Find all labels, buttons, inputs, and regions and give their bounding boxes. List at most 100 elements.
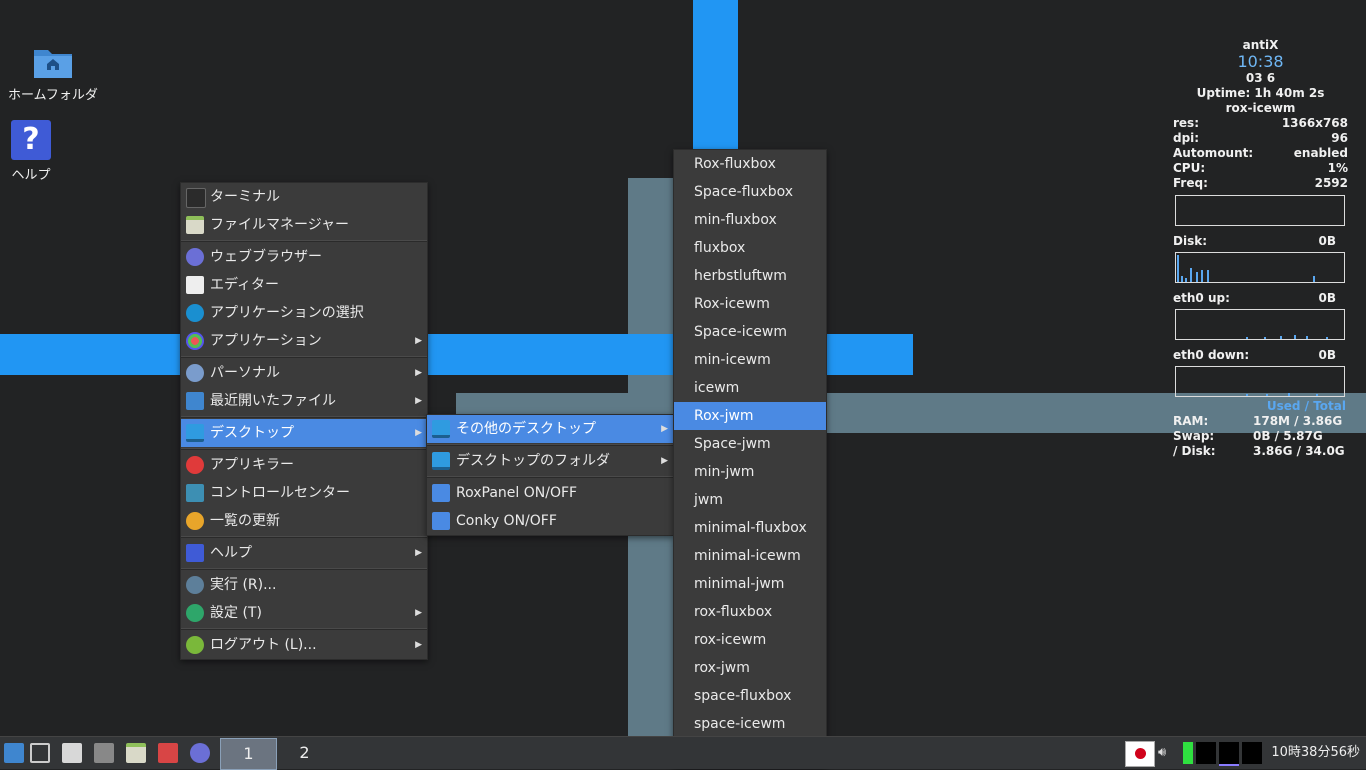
folder-red-icon[interactable] <box>158 743 178 763</box>
cpu-meter-icon <box>1196 742 1216 764</box>
menu-item-file-manager[interactable]: ファイルマネージャー <box>181 211 427 239</box>
menu-item-conky-toggle[interactable]: Conky ON/OFF <box>427 507 673 535</box>
menu-item-desktop[interactable]: デスクトップ ▶ <box>181 419 427 447</box>
menu-item-web-browser[interactable]: ウェブブラウザー <box>181 243 427 271</box>
personal-icon <box>186 364 204 382</box>
workspace-1-button[interactable]: 1 <box>220 738 277 770</box>
menu-item-desktop-session[interactable]: minimal-fluxbox <box>674 514 826 542</box>
submenu-arrow-icon: ▶ <box>415 428 422 438</box>
menu-item-help[interactable]: ヘルプ ▶ <box>181 539 427 567</box>
browser-icon[interactable] <box>190 743 210 763</box>
menu-item-label: rox-jwm <box>694 660 750 676</box>
eth-up-graph <box>1175 309 1345 340</box>
menu-item-desktop-session[interactable]: Rox-icewm <box>674 290 826 318</box>
menu-item-editor[interactable]: エディター <box>181 271 427 299</box>
keyboard-layout-flag-icon[interactable] <box>1125 741 1155 767</box>
menu-item-refresh[interactable]: 一覧の更新 <box>181 507 427 535</box>
menu-item-roxpanel-toggle[interactable]: RoxPanel ON/OFF <box>427 479 673 507</box>
menu-item-logout[interactable]: ログアウト (L)... ▶ <box>181 631 427 659</box>
conky-icon <box>432 512 450 530</box>
menu-item-desktop-session[interactable]: Space-jwm <box>674 430 826 458</box>
conky-wm: rox-icewm <box>1225 101 1296 115</box>
menu-item-label: min-icewm <box>694 352 771 368</box>
eject-icon[interactable] <box>94 743 114 763</box>
menu-item-label: ファイルマネージャー <box>210 217 350 233</box>
submenu-arrow-icon: ▶ <box>415 336 422 346</box>
menu-item-settings[interactable]: 設定 (T) ▶ <box>181 599 427 627</box>
menu-item-desktop-session[interactable]: space-fluxbox <box>674 682 826 710</box>
menu-item-desktop-session[interactable]: space-icewm <box>674 710 826 738</box>
menu-item-recent-files[interactable]: 最近開いたファイル ▶ <box>181 387 427 415</box>
menu-item-desktop-session[interactable]: Rox-fluxbox <box>674 150 826 178</box>
menu-item-label: 一覧の更新 <box>210 513 280 529</box>
taskbar-clock[interactable]: 10時38分56秒 <box>1271 737 1360 769</box>
menu-item-desktop-session[interactable]: min-jwm <box>674 458 826 486</box>
menu-item-desktop-session[interactable]: icewm <box>674 374 826 402</box>
conky-stat: res: 1366x768 <box>1173 116 1348 130</box>
menu-item-personal[interactable]: パーソナル ▶ <box>181 359 427 387</box>
submenu-arrow-icon: ▶ <box>661 456 668 466</box>
desktop-submenu: その他のデスクトップ ▶ デスクトップのフォルダ ▶ RoxPanel ON/OFF… <box>426 414 674 536</box>
workspace-2-button[interactable]: 2 <box>277 738 332 768</box>
apps-menu-icon[interactable] <box>4 743 24 763</box>
browser-icon <box>186 248 204 266</box>
menu-item-app-select[interactable]: アプリケーションの選択 <box>181 299 427 327</box>
file-manager-icon[interactable] <box>126 743 146 763</box>
menu-item-desktop-session[interactable]: minimal-jwm <box>674 570 826 598</box>
network-meter-icon <box>1219 742 1239 766</box>
volume-icon[interactable]: 🔊︎ <box>1158 745 1176 761</box>
menu-item-terminal[interactable]: ターミナル <box>181 183 427 211</box>
cpu-graph <box>1175 195 1345 226</box>
menu-item-run[interactable]: 実行 (R)... <box>181 571 427 599</box>
battery-meter-icon <box>1183 742 1193 764</box>
menu-item-desktop-session[interactable]: min-icewm <box>674 346 826 374</box>
menu-item-label: fluxbox <box>694 240 746 256</box>
refresh-icon <box>186 512 204 530</box>
menu-item-desktop-session[interactable]: rox-icewm <box>674 626 826 654</box>
menu-item-control-center[interactable]: コントロールセンター <box>181 479 427 507</box>
desktop-icon <box>186 424 204 442</box>
terminal-icon <box>186 188 206 208</box>
menu-item-desktop-session[interactable]: rox-fluxbox <box>674 598 826 626</box>
menu-item-desktop-session[interactable]: min-fluxbox <box>674 206 826 234</box>
menu-item-desktop-session[interactable]: Space-icewm <box>674 318 826 346</box>
menu-item-label: ウェブブラウザー <box>210 249 322 265</box>
menu-item-label: ターミナル <box>210 189 280 205</box>
desktop-icon-home-folder[interactable]: ホームフォルダ <box>8 44 98 103</box>
file-manager-download-icon[interactable] <box>62 743 82 763</box>
menu-item-label: herbstluftwm <box>694 268 787 284</box>
menu-item-desktop-session[interactable]: minimal-icewm <box>674 542 826 570</box>
menu-item-desktop-session[interactable]: herbstluftwm <box>674 262 826 290</box>
submenu-arrow-icon: ▶ <box>661 424 668 434</box>
menu-item-label: space-icewm <box>694 716 786 732</box>
menu-item-label: パーソナル <box>210 365 280 381</box>
menu-item-label: Rox-fluxbox <box>694 156 776 172</box>
help-icon: ? <box>11 120 51 160</box>
file-manager-icon <box>186 216 204 234</box>
menu-item-desktop-session[interactable]: jwm <box>674 486 826 514</box>
window-list-icon[interactable] <box>30 743 50 763</box>
menu-item-desktop-session[interactable]: Space-fluxbox <box>674 178 826 206</box>
submenu-arrow-icon: ▶ <box>415 396 422 406</box>
menu-item-desktop-session[interactable]: rox-jwm <box>674 654 826 682</box>
menu-item-desktop-session[interactable]: fluxbox <box>674 234 826 262</box>
menu-item-app-killer[interactable]: アプリキラー <box>181 451 427 479</box>
menu-item-label: Space-fluxbox <box>694 184 793 200</box>
menu-item-applications[interactable]: アプリケーション ▶ <box>181 327 427 355</box>
menu-item-desktop-session[interactable]: Rox-jwm <box>674 402 826 430</box>
menu-item-label: rox-fluxbox <box>694 604 773 620</box>
menu-item-label: その他のデスクトップ <box>456 421 596 437</box>
roxpanel-icon <box>432 484 450 502</box>
menu-item-label: min-fluxbox <box>694 212 777 228</box>
control-center-icon <box>186 484 204 502</box>
menu-item-desktop-folder[interactable]: デスクトップのフォルダ ▶ <box>427 447 673 475</box>
menu-item-other-desktops[interactable]: その他のデスクトップ ▶ <box>427 415 673 443</box>
conky-panel: antiX 10:38 03 6 Uptime: 1h 40m 2s rox-i… <box>1173 38 1348 459</box>
menu-item-label: RoxPanel ON/OFF <box>456 485 578 501</box>
desktop-icon-label: ヘルプ <box>11 168 51 183</box>
desktop-icon-help[interactable]: ? ヘルプ <box>11 120 51 183</box>
menu-item-label: min-jwm <box>694 464 755 480</box>
disk-graph <box>1175 252 1345 283</box>
run-icon <box>186 576 204 594</box>
menu-item-label: 最近開いたファイル <box>210 393 336 409</box>
